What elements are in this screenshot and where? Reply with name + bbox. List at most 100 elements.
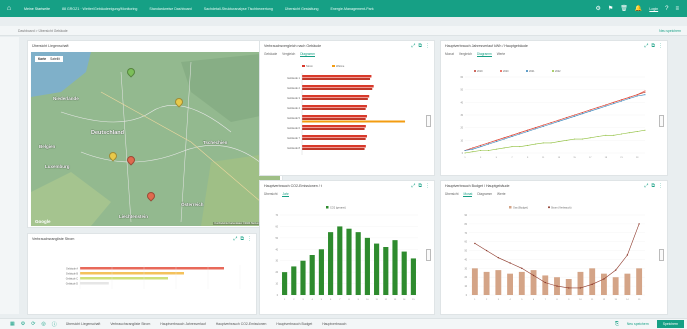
map-type-control[interactable]: Karte Satellit [35, 56, 63, 62]
tab[interactable]: Monat [445, 52, 454, 57]
side-scroll-handle[interactable] [659, 249, 664, 261]
data-point [485, 249, 488, 252]
tab[interactable]: Übersicht [445, 192, 458, 197]
data-point [597, 106, 599, 108]
user-menu[interactable]: Login [649, 7, 658, 11]
y-tick-label: 40 [275, 249, 278, 251]
side-scroll-handle[interactable] [426, 249, 431, 261]
data-point [574, 138, 576, 140]
top-tab[interactable]: Standardweise Dashboard [143, 7, 197, 11]
side-scroll-handle[interactable] [426, 115, 431, 127]
tab[interactable]: Übersicht [264, 192, 277, 197]
more-icon[interactable]: ⋮ [658, 183, 663, 189]
map-type-satellit[interactable]: Satellit [50, 57, 60, 61]
save-as-new-link[interactable]: Neu speichern [659, 29, 687, 33]
globe-icon[interactable]: ◎ [41, 321, 45, 327]
tab[interactable]: Werte [497, 52, 505, 57]
x-tick-label: 5 [496, 157, 498, 159]
top-tab[interactable]: Energie-Management-Park [324, 7, 379, 11]
export-icon[interactable]: ⎘ [615, 321, 619, 327]
bar [302, 85, 374, 88]
copy-icon[interactable]: ⧉ [418, 183, 422, 189]
google-logo: Google [35, 219, 51, 224]
bar [337, 226, 343, 295]
copy-icon[interactable]: ⧉ [418, 43, 422, 49]
x-tick-label: 4 [509, 299, 511, 301]
expand-icon[interactable]: ⤢ [411, 183, 415, 189]
expand-icon[interactable]: ⤢ [644, 43, 648, 49]
widget-tab[interactable]: Verbrauchsrangliste Strom [107, 322, 153, 326]
bar [80, 267, 224, 270]
copy-icon[interactable]: ⧉ [651, 43, 655, 49]
widget-tab[interactable]: Hauptverbrauch Budget [273, 322, 315, 326]
data-point [495, 148, 497, 150]
top-tab[interactable]: Meine Startseite [18, 7, 56, 11]
bookmark-icon[interactable]: ⚑ [608, 5, 613, 12]
tab[interactable]: Diagramm [477, 192, 492, 197]
widget-tab[interactable]: Hauptverbrauch [319, 322, 349, 326]
grid-icon[interactable]: ▦ [10, 321, 15, 327]
y-tick-label: 0 [462, 153, 464, 155]
bar [346, 228, 352, 295]
tick-label: Gebäude B [66, 273, 79, 276]
copy-icon[interactable]: ⧉ [240, 236, 244, 242]
trash-icon[interactable]: 🗑 [620, 5, 628, 12]
bar [302, 95, 370, 98]
tab[interactable]: Vergleich [282, 52, 295, 57]
data-point [464, 149, 466, 151]
tab[interactable]: Werte [497, 192, 505, 197]
data-point [550, 142, 552, 144]
expand-icon[interactable]: ⤢ [411, 43, 415, 49]
x-tick-label: 6 [330, 299, 332, 301]
legend-marker [548, 206, 550, 209]
help-icon[interactable]: ? [665, 6, 668, 12]
top-tab[interactable]: Übersicht Gestaltung [279, 7, 325, 11]
data-point [613, 101, 615, 103]
map-label: Deutschland [91, 130, 125, 136]
more-icon[interactable]: ⋮ [425, 43, 430, 49]
more-icon[interactable]: ⋮ [247, 236, 252, 242]
bar [401, 251, 407, 295]
x-tick-label: 7 [511, 157, 513, 159]
y-tick-label: 90 [464, 215, 467, 217]
y-tick-label: 70 [464, 233, 467, 235]
notification-icon[interactable]: 🔔 [635, 5, 642, 12]
copy-icon[interactable]: ⧉ [651, 183, 655, 189]
y-tick-label: 50 [275, 238, 278, 240]
tab[interactable]: Gebäude [264, 52, 277, 57]
tab[interactable]: Diagramm [300, 52, 315, 57]
widget-tab[interactable]: Übersicht Liegenschaft [63, 322, 104, 326]
data-point [542, 142, 544, 144]
info-icon[interactable]: ⓘ [52, 321, 57, 328]
tab[interactable]: Vergleich [459, 52, 472, 57]
expand-icon[interactable]: ⤢ [233, 236, 237, 242]
map-type-karte[interactable]: Karte [38, 57, 46, 61]
tab[interactable]: Monat [463, 192, 473, 197]
tab[interactable]: Diagramm [476, 52, 492, 57]
save-button[interactable]: Speichern [656, 320, 684, 328]
save-as-new-link[interactable]: Neu speichern [627, 322, 649, 326]
more-icon[interactable]: ⋮ [425, 183, 430, 189]
menu-icon[interactable]: ≡ [675, 6, 679, 12]
bar [601, 273, 607, 295]
tab[interactable]: Jahr [282, 192, 289, 197]
x-tick-label: 13 [614, 299, 617, 301]
top-tab[interactable]: Sachdetail-Strukturanalyse Tischbewertun… [198, 7, 279, 11]
expand-icon[interactable]: ⤢ [644, 183, 648, 189]
settings-icon[interactable]: ⚙ [21, 321, 25, 327]
co2-bar-chart: CO2 (gesamt)0102030405060701 2 3 4 5 6 7 8 9 10 11… [275, 206, 418, 301]
refresh-icon[interactable]: ⟳ [31, 321, 35, 327]
legend-label: Wärme [336, 64, 345, 68]
widget-tab[interactable]: Hauptverbrauch Jahresverlauf [157, 322, 208, 326]
side-scroll-handle[interactable] [659, 115, 664, 127]
top-tab[interactable]: 88 GROZ1 · Wetter/Gebäudeeigung/Monitori… [56, 7, 143, 11]
data-point [495, 141, 497, 143]
settings-icon[interactable]: ⚙ [595, 5, 600, 12]
home-icon[interactable]: ⌂ [0, 5, 18, 12]
data-point [558, 119, 560, 121]
widget-tab[interactable]: Hauptverbrauch CO2-Emissionen [213, 322, 270, 326]
map-view[interactable]: Karte Satellit Niederlande Deutschland B… [31, 52, 280, 226]
more-icon[interactable]: ⋮ [658, 43, 663, 49]
line-panel-title: Hauptverbrauch Jahresverlauf kWh / Haupt… [445, 44, 528, 48]
data-point [480, 146, 482, 148]
